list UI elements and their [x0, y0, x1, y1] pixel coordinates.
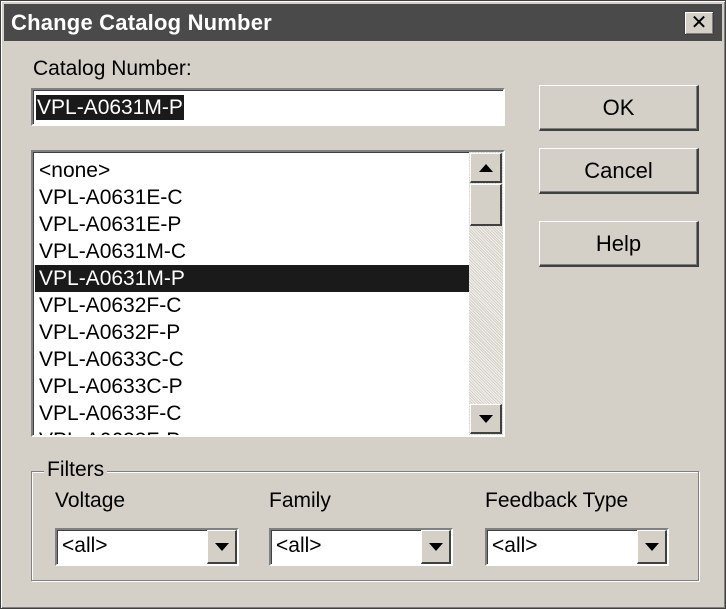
scroll-up-arrow-icon [478, 163, 493, 172]
list-item[interactable]: VPL-A0631M-P [35, 265, 471, 292]
family-label: Family [269, 489, 331, 512]
close-icon: ✕ [690, 12, 708, 34]
change-catalog-dialog: Change Catalog Number ✕ Catalog Number: … [0, 0, 726, 609]
list-item[interactable]: <none> [35, 157, 471, 184]
scroll-up-button[interactable] [470, 153, 502, 183]
title-bar[interactable]: Change Catalog Number ✕ [4, 4, 722, 41]
catalog-listbox[interactable]: <none> VPL-A0631E-C VPL-A0631E-P VPL-A0631M… [31, 150, 505, 437]
feedback-type-dropdown-button[interactable] [637, 530, 667, 564]
feedback-type-select-value: <all> [492, 534, 538, 557]
scroll-down-button[interactable] [470, 404, 502, 434]
catalog-list: <none> VPL-A0631E-C VPL-A0631E-P VPL-A0631M… [35, 157, 471, 435]
family-select[interactable]: <all> [269, 528, 453, 566]
chevron-down-icon [214, 542, 229, 551]
feedback-type-label: Feedback Type [485, 489, 629, 512]
list-item[interactable]: VPL-A0632F-C [35, 292, 471, 319]
family-select-value: <all> [276, 534, 322, 557]
list-scrollbar[interactable] [469, 152, 503, 435]
list-item[interactable]: VPL-A0631E-P [35, 211, 471, 238]
catalog-number-value: VPL-A0631M-P [36, 95, 184, 120]
cancel-button[interactable]: Cancel [539, 148, 699, 194]
voltage-select[interactable]: <all> [55, 528, 239, 566]
help-button[interactable]: Help [539, 221, 699, 267]
scroll-down-arrow-icon [478, 414, 493, 423]
list-item[interactable]: VPL-A0633C-P [35, 373, 471, 400]
chevron-down-icon [644, 542, 659, 551]
list-item[interactable]: VPL-A0633F-C [35, 400, 471, 427]
feedback-type-select[interactable]: <all> [485, 528, 669, 566]
catalog-number-label: Catalog Number: [33, 57, 192, 80]
list-item[interactable]: VPL-A0631M-C [35, 238, 471, 265]
list-item[interactable]: VPL-A0632F-P [35, 319, 471, 346]
ok-button[interactable]: OK [539, 85, 699, 131]
list-item[interactable]: VPL-A0633C-C [35, 346, 471, 373]
list-item[interactable]: VPL-A0631E-C [35, 184, 471, 211]
list-item[interactable]: VPL-A0633F-P [35, 427, 471, 435]
voltage-label: Voltage [55, 489, 126, 512]
family-dropdown-button[interactable] [421, 530, 451, 564]
filters-group-label: Filters [44, 458, 108, 482]
catalog-number-input[interactable]: VPL-A0631M-P [31, 88, 505, 126]
close-button[interactable]: ✕ [684, 11, 714, 35]
dialog-title: Change Catalog Number [11, 10, 272, 35]
voltage-select-value: <all> [62, 534, 108, 557]
chevron-down-icon [428, 542, 443, 551]
voltage-dropdown-button[interactable] [207, 530, 237, 564]
scroll-thumb[interactable] [470, 184, 502, 226]
